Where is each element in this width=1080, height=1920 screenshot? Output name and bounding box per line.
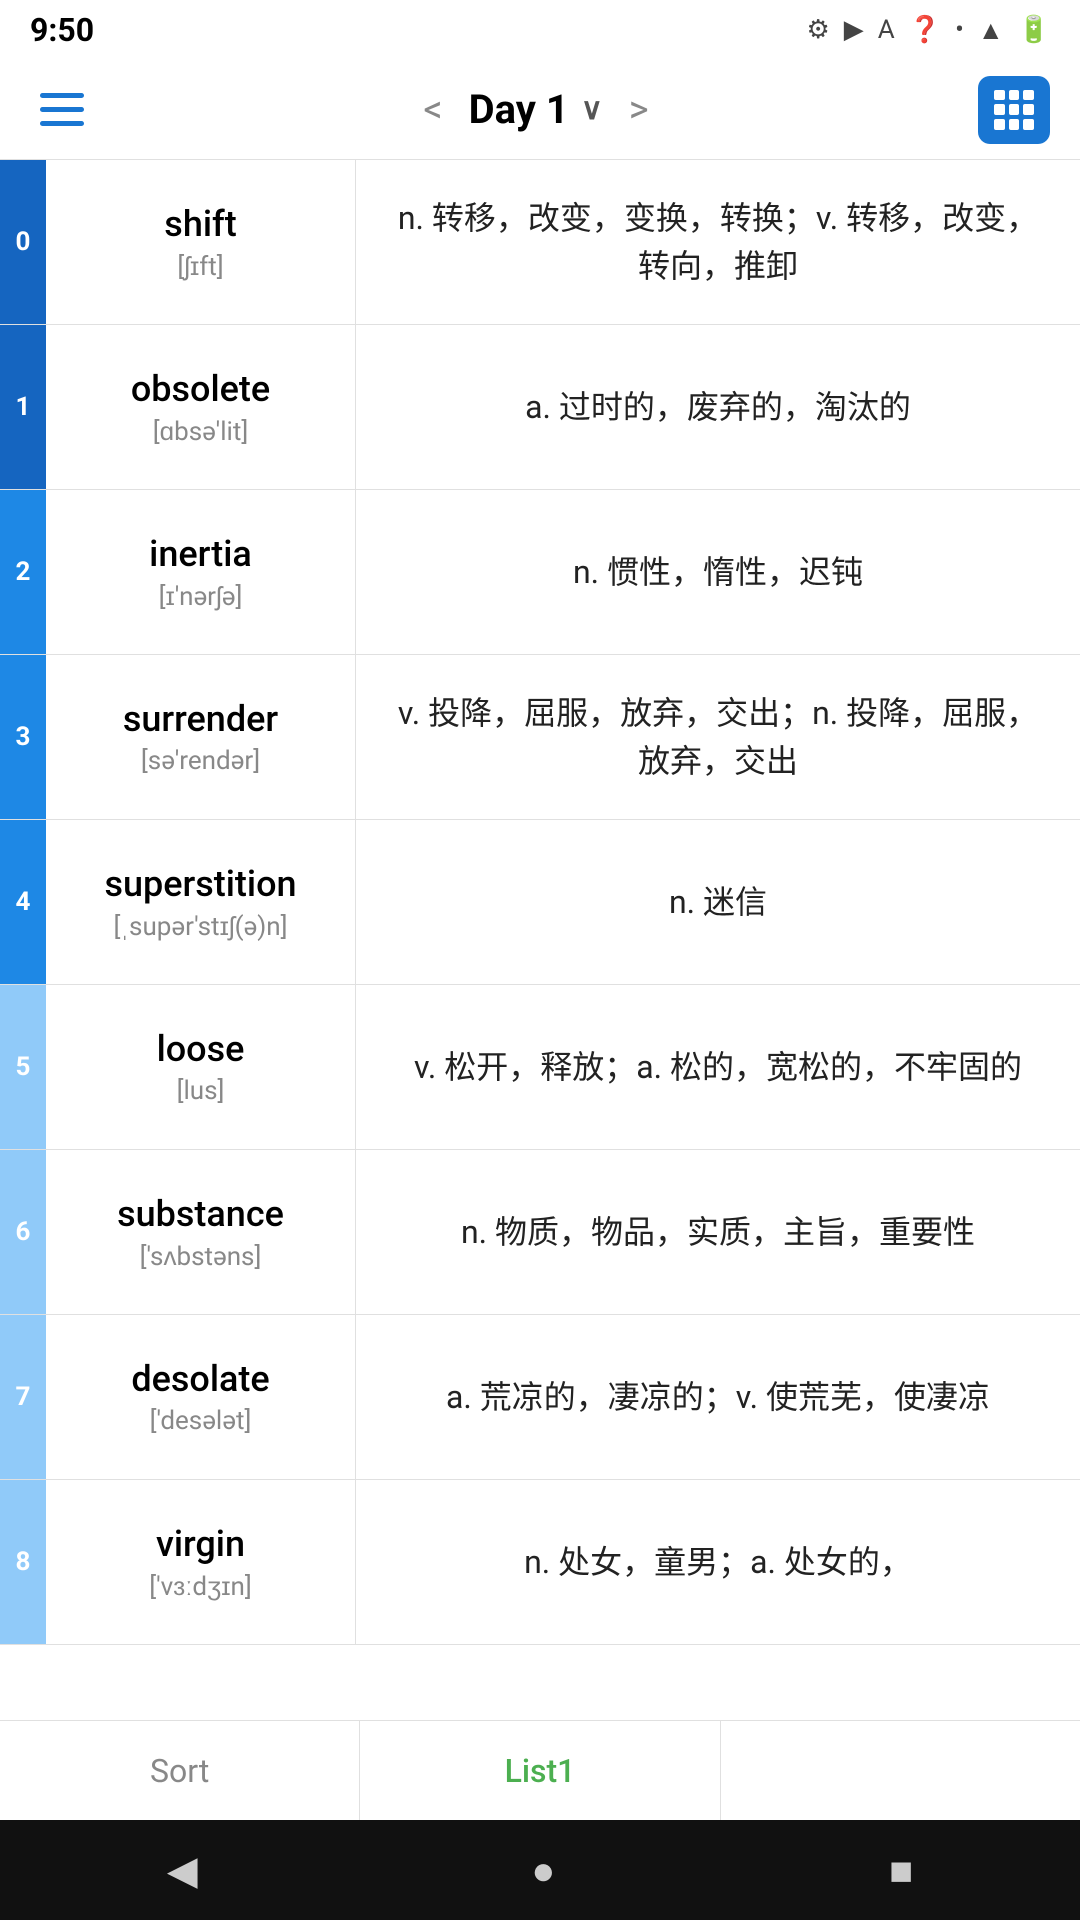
grid-icon — [994, 90, 1034, 130]
definition-cell: n. 物质，物品，实质，主旨，重要性 — [356, 1150, 1080, 1314]
definition-text: n. 转移，改变，变换，转换；v. 转移，改变，转向，推卸 — [386, 194, 1050, 290]
table-row[interactable]: 1 obsolete [ɑbsə'lit] a. 过时的，废弃的，淘汰的 — [0, 325, 1080, 490]
word-phonetic: [sə'rendər] — [141, 746, 260, 776]
table-row[interactable]: 2 inertia [ɪ'nərʃə] n. 惯性，惰性，迟钝 — [0, 490, 1080, 655]
nav-title-area: < Day 1 ∨ > — [413, 86, 658, 133]
word-cell: substance ['sʌbstəns] — [46, 1150, 356, 1314]
word-cell: shift [ʃɪft] — [46, 160, 356, 324]
definition-cell: v. 投降，屈服，放弃，交出；n. 投降，屈服，放弃，交出 — [356, 655, 1080, 819]
table-row[interactable]: 5 loose [lus] v. 松开，释放；a. 松的，宽松的，不牢固的 — [0, 985, 1080, 1150]
recents-button[interactable]: ■ — [889, 1847, 913, 1894]
nav-bar: < Day 1 ∨ > — [0, 60, 1080, 160]
sort-tab[interactable]: Sort — [0, 1721, 360, 1820]
word-phonetic: [ɪ'nərʃə] — [159, 581, 243, 612]
table-row[interactable]: 0 shift [ʃɪft] n. 转移，改变，变换，转换；v. 转移，改变，转… — [0, 160, 1080, 325]
definition-cell: v. 松开，释放；a. 松的，宽松的，不牢固的 — [356, 985, 1080, 1149]
hamburger-button[interactable] — [30, 83, 94, 136]
word-text: substance — [117, 1193, 284, 1235]
definition-text: v. 松开，释放；a. 松的，宽松的，不牢固的 — [414, 1043, 1022, 1091]
word-text: surrender — [123, 698, 278, 740]
definition-cell: a. 荒凉的，凄凉的；v. 使荒芜，使凄凉 — [356, 1315, 1080, 1479]
list1-tab-label: List1 — [505, 1752, 576, 1790]
day-title[interactable]: Day 1 ∨ — [469, 86, 603, 133]
word-cell: desolate ['desələt] — [46, 1315, 356, 1479]
grid-view-button[interactable] — [978, 76, 1050, 144]
sort-tab-label: Sort — [150, 1752, 209, 1790]
word-cell: surrender [sə'rendər] — [46, 655, 356, 819]
row-index: 5 — [0, 985, 46, 1149]
row-index: 4 — [0, 820, 46, 984]
bottom-tab-bar: Sort List1 — [0, 1720, 1080, 1820]
battery-icon: 🔋 — [1018, 15, 1050, 45]
home-button[interactable]: ● — [531, 1847, 555, 1894]
row-index: 6 — [0, 1150, 46, 1314]
word-cell: loose [lus] — [46, 985, 356, 1149]
row-index: 8 — [0, 1480, 46, 1644]
status-bar: 9:50 ⚙ ▶ A ❓ • ▲ 🔋 — [0, 0, 1080, 60]
word-cell: virgin ['vɜːdʒɪn] — [46, 1480, 356, 1644]
row-index: 2 — [0, 490, 46, 654]
word-text: shift — [164, 203, 236, 245]
word-text: superstition — [104, 863, 296, 905]
definition-text: n. 迷信 — [669, 878, 767, 926]
word-phonetic: ['vɜːdʒɪn] — [149, 1571, 252, 1602]
chevron-down-icon: ∨ — [581, 92, 603, 127]
word-cell: inertia [ɪ'nərʃə] — [46, 490, 356, 654]
next-day-button[interactable]: > — [619, 88, 659, 132]
definition-cell: n. 迷信 — [356, 820, 1080, 984]
font-icon: A — [878, 15, 895, 45]
status-icons: ⚙ ▶ A ❓ • ▲ 🔋 — [806, 15, 1050, 46]
definition-text: a. 荒凉的，凄凉的；v. 使荒芜，使凄凉 — [446, 1373, 990, 1421]
prev-day-button[interactable]: < — [413, 88, 452, 132]
row-index: 0 — [0, 160, 46, 324]
word-cell: obsolete [ɑbsə'lit] — [46, 325, 356, 489]
definition-cell: n. 转移，改变，变换，转换；v. 转移，改变，转向，推卸 — [356, 160, 1080, 324]
definition-text: n. 物质，物品，实质，主旨，重要性 — [461, 1208, 975, 1256]
status-time: 9:50 — [30, 11, 94, 49]
word-text: virgin — [156, 1523, 245, 1565]
table-row[interactable]: 4 superstition [ˌsupər'stɪʃ(ə)n] n. 迷信 — [0, 820, 1080, 985]
word-text: desolate — [131, 1358, 269, 1400]
back-button[interactable]: ◀ — [167, 1847, 198, 1894]
word-text: loose — [157, 1028, 245, 1070]
definition-text: n. 处女，童男；a. 处女的， — [524, 1538, 912, 1586]
row-index: 7 — [0, 1315, 46, 1479]
definition-cell: n. 惯性，惰性，迟钝 — [356, 490, 1080, 654]
play-icon: ▶ — [844, 15, 864, 45]
word-phonetic: ['sʌbstəns] — [140, 1241, 262, 1272]
android-nav-bar: ◀ ● ■ — [0, 1820, 1080, 1920]
table-row[interactable]: 7 desolate ['desələt] a. 荒凉的，凄凉的；v. 使荒芜，… — [0, 1315, 1080, 1480]
signal-icon: ▲ — [978, 15, 1004, 46]
word-phonetic: [lus] — [177, 1076, 225, 1106]
word-phonetic: [ʃɪft] — [177, 251, 223, 282]
table-row[interactable]: 8 virgin ['vɜːdʒɪn] n. 处女，童男；a. 处女的， — [0, 1480, 1080, 1645]
word-cell: superstition [ˌsupər'stɪʃ(ə)n] — [46, 820, 356, 984]
word-phonetic: [ɑbsə'lit] — [153, 416, 249, 447]
row-index: 1 — [0, 325, 46, 489]
wifi-icon: ❓ — [909, 15, 941, 45]
row-index: 3 — [0, 655, 46, 819]
definition-text: a. 过时的，废弃的，淘汰的 — [525, 383, 911, 431]
dot-icon: • — [955, 15, 964, 45]
table-row[interactable]: 3 surrender [sə'rendər] v. 投降，屈服，放弃，交出；n… — [0, 655, 1080, 820]
word-text: obsolete — [131, 368, 270, 410]
definition-text: v. 投降，屈服，放弃，交出；n. 投降，屈服，放弃，交出 — [386, 689, 1050, 785]
table-row[interactable]: 6 substance ['sʌbstəns] n. 物质，物品，实质，主旨，重… — [0, 1150, 1080, 1315]
definition-text: n. 惯性，惰性，迟钝 — [573, 548, 863, 596]
word-phonetic: [ˌsupər'stɪʃ(ə)n] — [113, 911, 287, 942]
word-phonetic: ['desələt] — [150, 1406, 252, 1436]
word-list: 0 shift [ʃɪft] n. 转移，改变，变换，转换；v. 转移，改变，转… — [0, 160, 1080, 1720]
definition-cell: n. 处女，童男；a. 处女的， — [356, 1480, 1080, 1644]
word-text: inertia — [149, 533, 252, 575]
list1-tab[interactable]: List1 — [360, 1721, 720, 1820]
definition-cell: a. 过时的，废弃的，淘汰的 — [356, 325, 1080, 489]
settings-icon: ⚙ — [806, 15, 829, 45]
